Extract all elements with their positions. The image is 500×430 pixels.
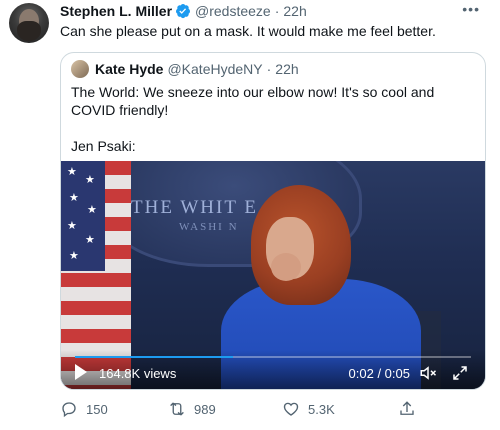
- author-avatar[interactable]: [9, 3, 49, 43]
- heart-icon: [283, 402, 299, 416]
- quoted-tweet[interactable]: Kate Hyde @KateHydeNY · 22h The World: W…: [60, 52, 486, 390]
- quoted-time: 22h: [275, 61, 299, 77]
- speaker-hand: [271, 253, 301, 281]
- video-player[interactable]: THE WHIT E WASHI N ★ ★ ★ ★ ★ ★ ★ 164.8K …: [61, 161, 485, 389]
- like-button[interactable]: 5.3K: [282, 400, 335, 418]
- more-options-icon[interactable]: •••: [462, 1, 480, 17]
- quoted-text: The World: We sneeze into our elbow now!…: [71, 83, 471, 155]
- seal-text: WASHI N: [179, 221, 239, 233]
- quoted-header: Kate Hyde @KateHydeNY · 22h: [71, 60, 299, 78]
- retweet-count: 989: [194, 401, 216, 417]
- author-handle[interactable]: @redsteeze: [195, 3, 271, 19]
- tweet-actions: 150 989 5.3K: [60, 400, 440, 422]
- play-icon[interactable]: [75, 364, 87, 380]
- mute-icon[interactable]: [419, 364, 437, 382]
- quoted-author-name: Kate Hyde: [95, 61, 164, 77]
- reply-count: 150: [86, 401, 108, 417]
- reply-button[interactable]: 150: [60, 400, 108, 418]
- seal-text: THE WHIT E: [131, 197, 258, 218]
- retweet-icon: [170, 402, 184, 416]
- quoted-author-handle: @KateHydeNY: [167, 61, 263, 77]
- fullscreen-icon[interactable]: [451, 364, 469, 382]
- author-name[interactable]: Stephen L. Miller: [60, 3, 172, 19]
- video-time: 0:02 / 0:05: [348, 366, 410, 381]
- quoted-text-line: Jen Psaki:: [71, 138, 136, 154]
- video-view-count: 164.8K views: [99, 366, 177, 381]
- tweet-time[interactable]: 22h: [283, 3, 306, 19]
- verified-badge-icon: [176, 4, 191, 19]
- avatar-beard: [17, 21, 41, 41]
- tweet-header: Stephen L. Miller @redsteeze · 22h: [60, 2, 307, 20]
- quoted-avatar: [71, 60, 89, 78]
- video-progress-fill: [75, 356, 234, 358]
- share-icon: [400, 401, 414, 415]
- flag-canton: ★ ★ ★ ★ ★ ★ ★: [61, 161, 105, 271]
- video-progress-bar[interactable]: [75, 356, 471, 358]
- separator-dot: ·: [274, 3, 280, 19]
- reply-icon: [62, 402, 76, 418]
- separator-dot: ·: [266, 61, 272, 77]
- tweet-text: Can she please put on a mask. It would m…: [60, 23, 436, 39]
- like-count: 5.3K: [308, 401, 335, 417]
- share-button[interactable]: [398, 400, 424, 418]
- retweet-button[interactable]: 989: [168, 400, 216, 418]
- quoted-text-line: The World: We sneeze into our elbow now!…: [71, 84, 435, 118]
